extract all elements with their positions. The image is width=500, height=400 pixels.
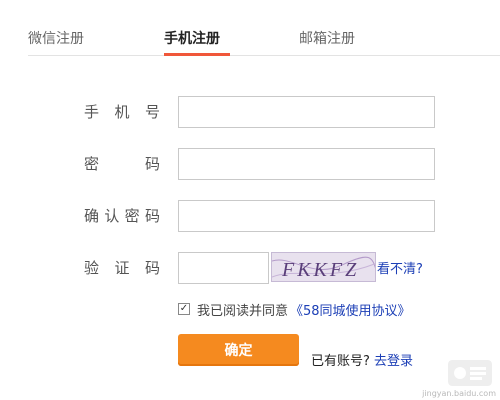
password-field-box [178,148,435,180]
tab-email-register[interactable]: 邮箱注册 [299,29,355,49]
tab-phone-register[interactable]: 手机注册 [164,29,220,49]
login-link[interactable]: 去登录 [374,354,413,369]
agreement-link[interactable]: 《58同城使用协议》 [290,300,411,319]
tab-divider [28,55,500,56]
refresh-captcha-link[interactable]: 看不清? [377,258,423,277]
phone-field-box [178,96,435,128]
password-label: 密码 [84,155,160,173]
captcha-graphic: FKKFZ [272,256,375,281]
captcha-text: FKKFZ [281,259,359,281]
baidu-jingyan-logo-icon [448,360,492,386]
confirm-password-field-box [178,200,435,232]
login-row: 已有账号? 去登录 [311,350,413,369]
phone-input[interactable] [179,97,434,127]
active-tab-indicator [164,53,230,56]
submit-button[interactable]: 确定 [178,334,299,366]
agreement-checkbox[interactable]: ✓ [178,303,190,315]
phone-label: 手机号 [84,103,160,121]
password-input[interactable] [179,149,434,179]
captcha-field-box [178,252,269,284]
captcha-image[interactable]: FKKFZ [271,252,376,282]
register-tabs: 微信注册 手机注册 邮箱注册 [0,0,500,56]
check-icon: ✓ [179,303,189,314]
confirm-password-label: 确认密码 [84,207,160,225]
captcha-label: 验证码 [84,259,160,277]
tab-wechat-register[interactable]: 微信注册 [28,29,84,49]
captcha-input[interactable] [179,253,268,283]
agreement-text: 我已阅读并同意 [197,303,289,319]
login-prompt: 已有账号? [311,354,370,369]
watermark-text: jingyan.baidu.com [422,389,496,398]
agreement-row: ✓ 我已阅读并同意 《58同城使用协议》 [178,300,411,319]
confirm-password-input[interactable] [179,201,434,231]
